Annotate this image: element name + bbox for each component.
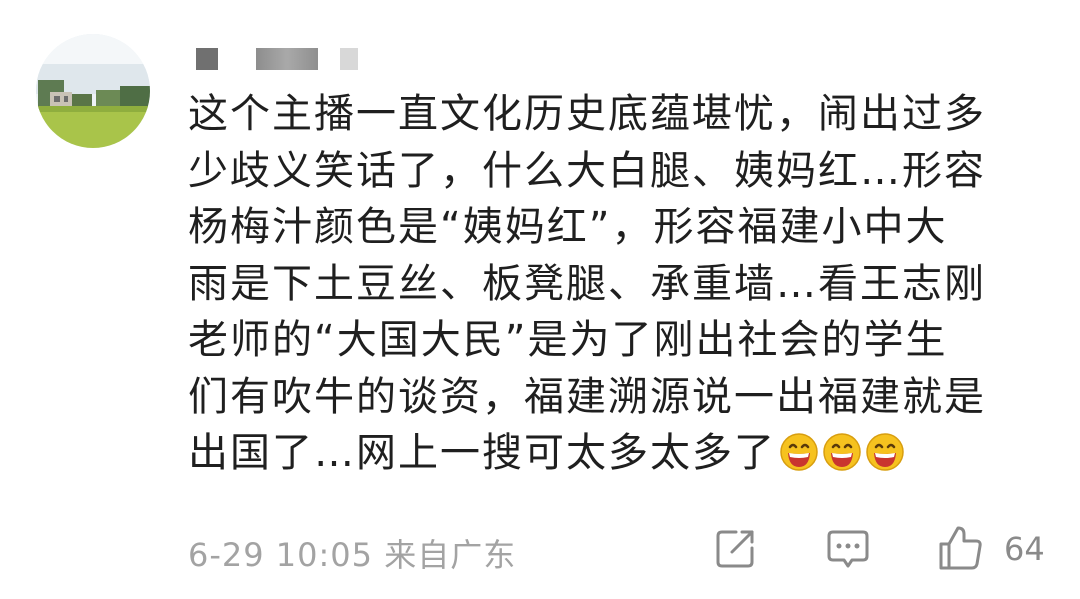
share-icon	[716, 530, 754, 568]
comment-line: 这个主播一直文化历史底蕴堪忧，闹出过多	[188, 91, 986, 137]
comment-footer: 6-29 10:05 来自广东 64	[188, 524, 1058, 574]
comment-last-line: 出国了…网上一搜可太多太多了	[188, 425, 1068, 482]
username-redacted[interactable]	[196, 48, 376, 70]
comment-text: 这个主播一直文化历史底蕴堪忧，闹出过多 少歧义笑话了，什么大白腿、姨妈红…形容 …	[188, 86, 1068, 482]
share-button[interactable]	[712, 524, 760, 572]
laughing-face-icon	[780, 433, 818, 471]
like-button[interactable]: 64	[936, 524, 1056, 572]
comment-line: 出国了…网上一搜可太多太多了	[188, 430, 776, 476]
comment-line: 少歧义笑话了，什么大白腿、姨妈红…形容	[188, 147, 986, 194]
user-avatar[interactable]	[36, 34, 150, 148]
thumbs-up-icon	[939, 526, 982, 570]
comment-line: 们有吹牛的谈资，福建溯源说一出福建就是	[188, 373, 986, 420]
comment-icon	[827, 530, 869, 568]
comment-location: 来自广东	[384, 536, 517, 574]
comment-line: 杨梅汁颜色是“姨妈红”，形容福建小中大	[188, 204, 948, 250]
username-mosaic-block	[256, 48, 318, 70]
comment-line: 雨是下土豆丝、板凳腿、承重墙…看王志刚	[188, 260, 986, 307]
comment-line: 老师的“大国大民”是为了刚出社会的学生	[188, 317, 948, 363]
like-count: 64	[1004, 530, 1045, 568]
laughing-face-icon	[866, 433, 904, 471]
comment-timestamp: 6-29 10:05	[188, 536, 374, 574]
comment-meta: 6-29 10:05 来自广东	[188, 530, 516, 576]
username-mosaic-block	[196, 48, 218, 70]
laughing-face-icon	[823, 433, 861, 471]
username-mosaic-block	[340, 48, 358, 70]
reply-button[interactable]	[824, 524, 872, 572]
